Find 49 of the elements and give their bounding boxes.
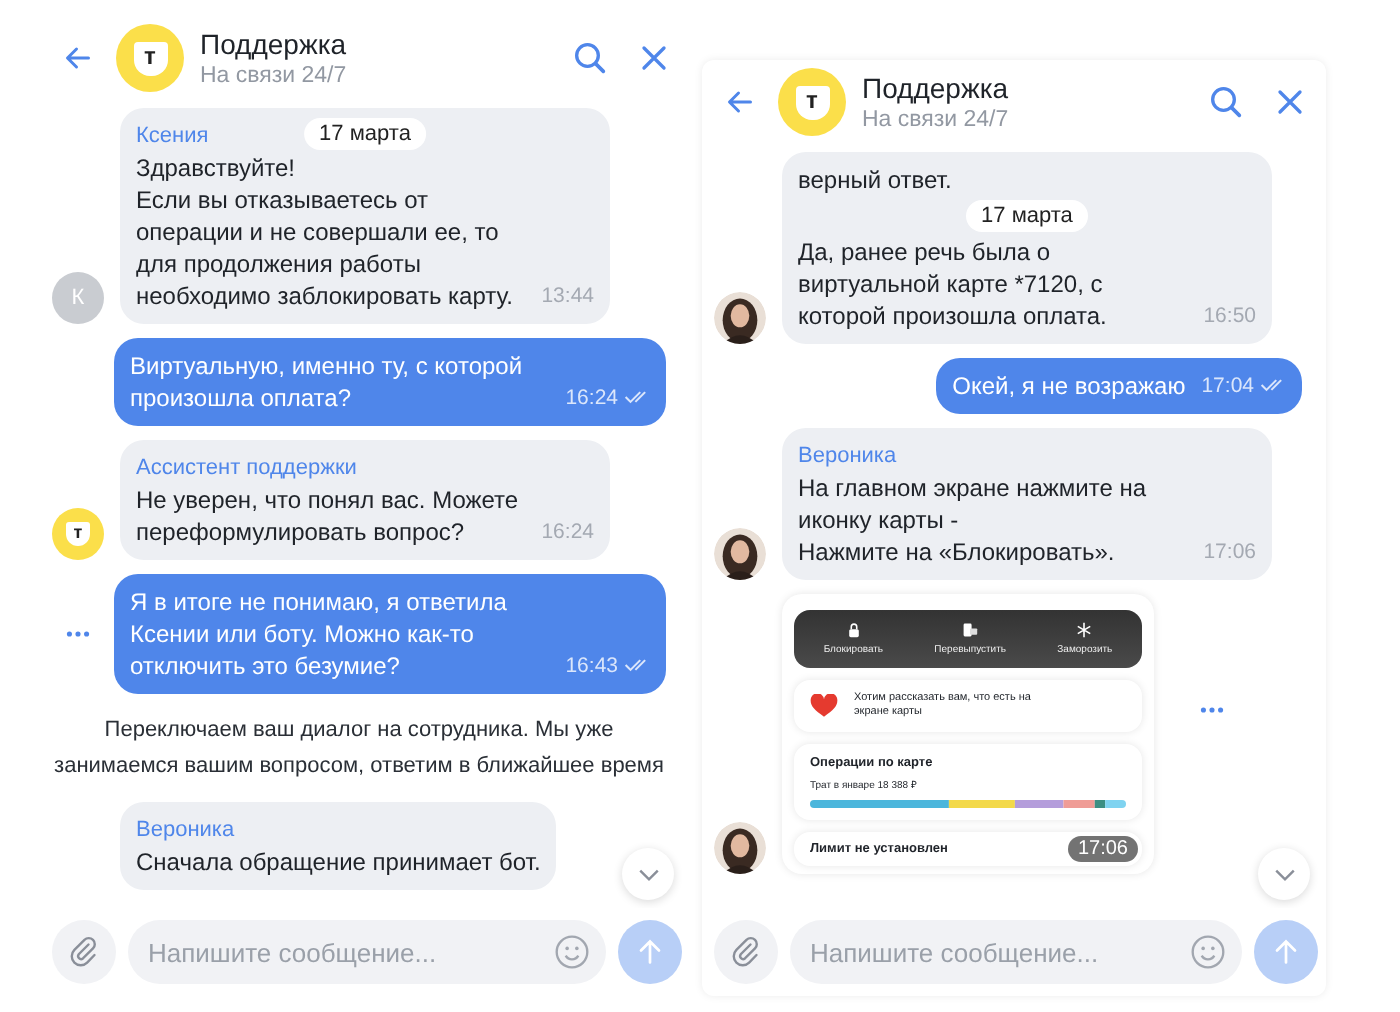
message-time: 17:06: [1067, 836, 1138, 862]
message-time: 17:06: [1203, 538, 1256, 568]
message-text: Не уверен, что понял вас. Можете переформулировать вопрос?: [136, 484, 521, 548]
bank-logo: т: [116, 24, 184, 92]
sender-name: Ассистент поддержки: [136, 454, 357, 484]
message-time: 16:43: [565, 652, 618, 682]
search-icon: [1206, 82, 1246, 122]
card-icon: [962, 622, 979, 638]
attach-button[interactable]: [714, 920, 778, 984]
date-badge: 17 марта: [965, 200, 1089, 232]
date-badge: 17 марта: [303, 118, 427, 150]
paperclip-icon: [728, 934, 764, 970]
message-time: 16:50: [1203, 302, 1256, 332]
sender-name: Ксения: [136, 122, 209, 152]
message-text: Виртуальную, именно ту, с которой произошла оплата?: [130, 350, 525, 414]
emoji-icon[interactable]: [554, 934, 590, 970]
message-text: Я в итоге не понимаю, я ответила Ксении или боту. Можно как-то отключить это безумие?: [130, 586, 509, 682]
sender-name: Вероника: [136, 816, 235, 846]
chat-title: Поддержка: [200, 28, 349, 60]
message-input[interactable]: Напишите сообщение...: [128, 920, 606, 984]
message-text: Здравствуйте! Если вы отказываетесь от операции и не совершали ее, то для продолжения работы необходимо заблокировать карту.: [136, 152, 515, 312]
chat-status: На связи 24/7: [862, 108, 1011, 132]
snowflake-icon: [1076, 622, 1093, 638]
message-time: 16:24: [565, 384, 618, 414]
chat-title: Поддержка: [862, 72, 1011, 104]
bot-avatar: т: [52, 508, 104, 560]
message-text: На главном экране нажмите на иконку карты - Нажмите на «Блокировать».: [798, 472, 1149, 568]
message-text: Да, ранее речь была о виртуальной карте *7120, с которой произошла оплата.: [798, 236, 1109, 332]
message-time: 17:04: [1201, 372, 1254, 402]
emoji-icon[interactable]: [1190, 934, 1226, 970]
message-text: верный ответ.: [798, 164, 954, 196]
message-time: 13:44: [541, 282, 594, 312]
system-message: Переключаем ваш диалог на сотрудника. Мы уже занимаемся вашим вопросом, ответим в ближайшее время: [52, 716, 666, 782]
search-icon: [570, 38, 610, 78]
heart-icon: [810, 694, 838, 718]
scroll-down-button[interactable]: [1258, 848, 1310, 900]
bank-logo: т: [778, 68, 846, 136]
attach-button[interactable]: [52, 920, 116, 984]
chat-status: На связи 24/7: [200, 64, 349, 88]
scroll-down-button[interactable]: [622, 848, 674, 900]
message-input[interactable]: Напишите сообщение...: [790, 920, 1242, 984]
chevron-down-icon: [1273, 867, 1295, 881]
message-time: 16:24: [541, 518, 594, 548]
paperclip-icon: [66, 934, 102, 970]
message-text: Сначала обращение принимает бот.: [136, 846, 541, 878]
sender-name: Вероника: [798, 442, 897, 472]
chevron-down-icon: [637, 867, 659, 881]
message-text: Окей, я не возражаю: [952, 370, 1186, 402]
lock-icon: [845, 622, 862, 638]
